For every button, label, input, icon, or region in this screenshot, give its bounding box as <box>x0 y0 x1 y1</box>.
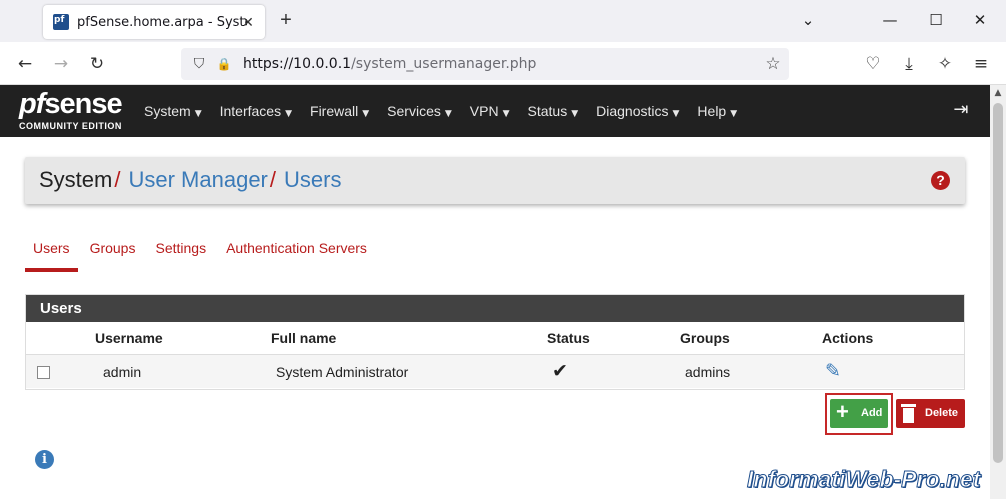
column-status: Status <box>547 330 590 346</box>
tab-close-icon[interactable]: ✕ <box>239 13 257 31</box>
column-groups: Groups <box>680 330 730 346</box>
menu-help[interactable]: Help ▼ <box>697 103 737 119</box>
section-tabs: Users Groups Settings Authentication Ser… <box>25 236 379 272</box>
caret-down-icon: ▼ <box>730 109 738 119</box>
url-origin: https://10.0.0.1 <box>243 56 352 72</box>
reload-icon[interactable]: ↻ <box>85 52 109 76</box>
cell-full-name: System Administrator <box>276 364 409 380</box>
menu-system[interactable]: System ▼ <box>144 103 202 119</box>
column-full-name: Full name <box>271 330 337 346</box>
edit-pencil-icon[interactable]: ✎ <box>825 360 841 382</box>
caret-down-icon: ▼ <box>362 109 370 119</box>
close-window-icon[interactable]: ✕ <box>968 8 992 32</box>
caret-down-icon: ▼ <box>502 109 510 119</box>
delete-button[interactable]: Delete <box>896 399 965 428</box>
breadcrumb: System/User Manager/Users <box>39 167 341 193</box>
add-button-label: Add <box>861 407 883 419</box>
row-select-checkbox[interactable] <box>37 366 50 379</box>
cell-username: admin <box>103 364 142 380</box>
breadcrumb-system: System <box>39 167 113 192</box>
url-bar[interactable]: ⛉ 🔒 https://10.0.0.1/system_usermanager.… <box>181 48 789 80</box>
tab-settings[interactable]: Settings <box>147 236 214 272</box>
tab-groups[interactable]: Groups <box>82 236 144 272</box>
logout-icon[interactable]: ⇥ <box>950 99 972 121</box>
breadcrumb-user-manager[interactable]: User Manager <box>128 167 267 192</box>
scroll-thumb[interactable] <box>993 103 1003 463</box>
lock-icon[interactable]: 🔒 <box>214 54 234 74</box>
breadcrumb-users[interactable]: Users <box>284 167 341 192</box>
users-panel-title: Users <box>26 295 964 322</box>
add-button[interactable]: + Add <box>830 399 888 428</box>
new-tab-icon[interactable]: + <box>276 10 296 30</box>
tab-authentication-servers[interactable]: Authentication Servers <box>218 236 375 272</box>
shield-icon[interactable]: ⛉ <box>189 54 209 74</box>
breadcrumb-panel: System/User Manager/Users ? <box>25 157 965 204</box>
scroll-up-icon[interactable]: ▲ <box>990 85 1006 101</box>
tab-title: pfSense.home.arpa - System: U <box>77 14 247 30</box>
extensions-icon[interactable]: ✧ <box>933 52 957 76</box>
browser-tabstrip: pfSense.home.arpa - System: U ✕ + ⌄ — ☐ … <box>0 0 1006 42</box>
browser-tab[interactable]: pfSense.home.arpa - System: U ✕ <box>43 5 265 39</box>
status-check-icon: ✔ <box>552 360 568 382</box>
column-username: Username <box>95 330 163 346</box>
breadcrumb-separator: / <box>269 167 276 192</box>
caret-down-icon: ▼ <box>672 109 680 119</box>
page-scrollbar[interactable]: ▲ <box>990 85 1006 499</box>
main-menu: System ▼ Interfaces ▼ Firewall ▼ Services ▼ … <box>144 85 755 137</box>
pfsense-header: pfsense COMMUNITY EDITION System ▼ Interf… <box>0 85 990 137</box>
breadcrumb-separator: / <box>114 167 121 192</box>
browser-navbar: ← → ↻ ⛉ 🔒 https://10.0.0.1/system_userma… <box>0 42 1006 85</box>
table-row: admin System Administrator ✔ admins ✎ <box>26 354 964 388</box>
trash-icon <box>901 404 916 423</box>
menu-firewall[interactable]: Firewall ▼ <box>310 103 369 119</box>
watermark: InformatiWeb-Pro.net <box>746 466 981 493</box>
app-menu-icon[interactable]: ≡ <box>969 52 993 76</box>
caret-down-icon: ▼ <box>285 109 293 119</box>
info-icon[interactable]: i <box>35 450 54 469</box>
tabs-list-icon[interactable]: ⌄ <box>796 8 820 32</box>
logo-subtitle: COMMUNITY EDITION <box>19 121 122 131</box>
pfsense-logo[interactable]: pfsense COMMUNITY EDITION <box>19 88 129 134</box>
caret-down-icon: ▼ <box>444 109 452 119</box>
delete-button-label: Delete <box>925 407 959 419</box>
cell-groups: admins <box>685 364 731 380</box>
users-panel: Users Username Full name Status Groups A… <box>25 294 965 390</box>
caret-down-icon: ▼ <box>194 109 202 119</box>
minimize-icon[interactable]: — <box>878 8 902 32</box>
maximize-icon[interactable]: ☐ <box>924 8 948 32</box>
help-icon[interactable]: ? <box>931 171 950 190</box>
url-text: https://10.0.0.1/system_usermanager.php <box>243 56 536 72</box>
column-actions: Actions <box>822 330 874 346</box>
menu-diagnostics[interactable]: Diagnostics ▼ <box>596 103 679 119</box>
plus-icon: + <box>836 399 849 424</box>
pocket-icon[interactable]: ♡ <box>861 52 885 76</box>
forward-icon[interactable]: → <box>49 52 73 76</box>
tab-users[interactable]: Users <box>25 236 78 272</box>
back-icon[interactable]: ← <box>13 52 37 76</box>
logo-wordmark: pfsense <box>19 88 123 120</box>
url-path: /system_usermanager.php <box>351 56 537 72</box>
menu-vpn[interactable]: VPN ▼ <box>470 103 510 119</box>
menu-status[interactable]: Status ▼ <box>528 103 579 119</box>
menu-services[interactable]: Services ▼ <box>387 103 452 119</box>
bookmark-star-icon[interactable]: ☆ <box>763 54 783 74</box>
download-icon[interactable]: ⤓ <box>897 52 921 76</box>
pfsense-favicon-icon <box>53 14 69 30</box>
menu-interfaces[interactable]: Interfaces ▼ <box>220 103 292 119</box>
caret-down-icon: ▼ <box>571 109 579 119</box>
